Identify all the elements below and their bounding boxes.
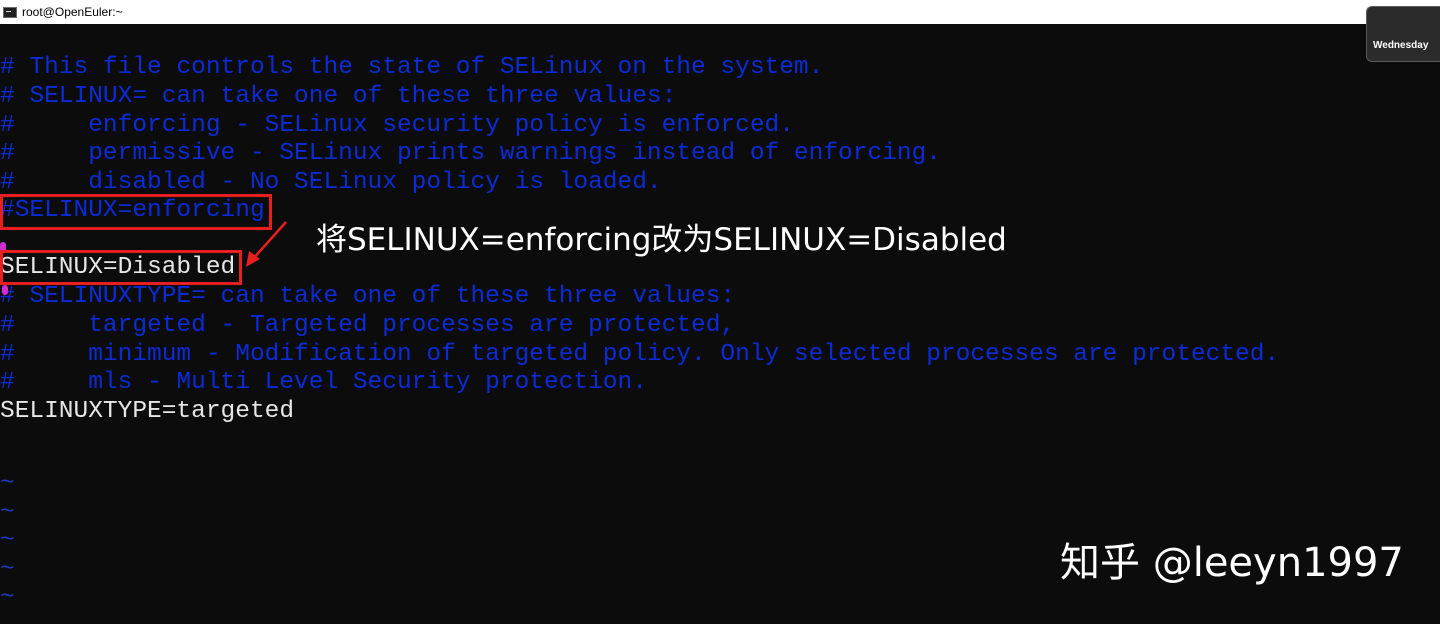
empty-line-marker: ~ <box>0 470 15 497</box>
config-comment-line: # mls - Multi Level Security protection. <box>0 369 647 396</box>
watermark: 知乎 @leeyn1997 <box>1060 540 1404 586</box>
empty-line-marker: ~ <box>0 527 15 554</box>
config-comment-line: # permissive - SELinux prints warnings i… <box>0 140 941 167</box>
taskbar-tooltip: Wednesday <box>1366 6 1440 62</box>
empty-line-marker: ~ <box>0 556 15 583</box>
terminal-window: root@OpenEuler:~ # This file controls th… <box>0 0 1440 624</box>
terminal-icon <box>3 6 17 18</box>
empty-line-marker: ~ <box>0 499 15 526</box>
config-comment-line: # SELINUXTYPE= can take one of these thr… <box>0 283 736 310</box>
cursor-marker <box>2 285 8 295</box>
config-comment-line: # This file controls the state of SELinu… <box>0 54 824 81</box>
empty-line-marker: ~ <box>0 584 15 611</box>
config-comment-line: # disabled - No SELinux policy is loaded… <box>0 169 662 196</box>
selinuxtype-line: SELINUXTYPE=targeted <box>0 398 295 425</box>
title-bar[interactable]: root@OpenEuler:~ <box>0 0 1440 24</box>
config-comment-line: # targeted - Targeted processes are prot… <box>0 312 736 339</box>
disabled-highlight-box <box>0 250 242 285</box>
config-comment-line: # minimum - Modification of targeted pol… <box>0 341 1280 368</box>
config-comment-line: # enforcing - SELinux security policy is… <box>0 112 794 139</box>
annotation-text: 将SELINUX=enforcing改为SELINUX=Disabled <box>316 222 1007 258</box>
window-title: root@OpenEuler:~ <box>22 5 123 19</box>
config-comment-line: # SELINUX= can take one of these three v… <box>0 83 677 110</box>
tooltip-label: Wednesday <box>1373 40 1429 51</box>
enforcing-highlight-box <box>0 194 272 230</box>
